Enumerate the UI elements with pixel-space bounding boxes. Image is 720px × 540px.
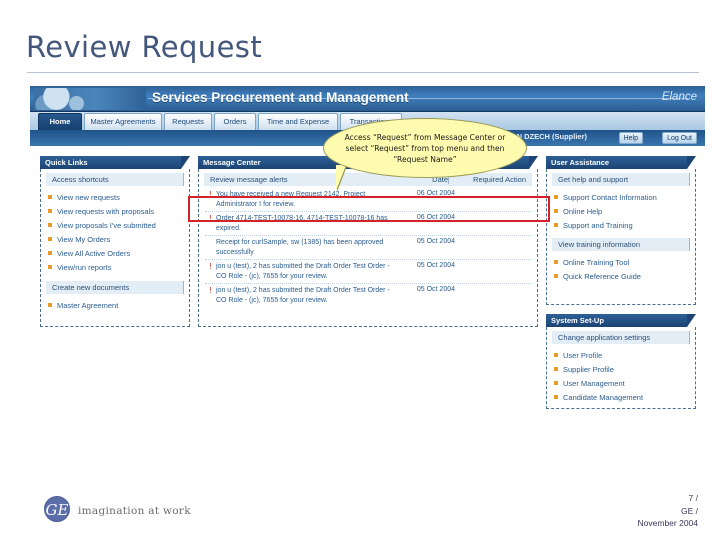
change-settings-heading: Change application settings: [552, 331, 690, 344]
message-date: 05 Oct 2004: [416, 286, 455, 293]
link-support-contact-information[interactable]: Support Contact Information: [547, 190, 695, 204]
alert-icon: !: [209, 286, 212, 295]
quick-links-title: Quick Links: [40, 156, 190, 169]
tab-time-and-expense[interactable]: Time and Expense: [258, 113, 338, 130]
message-row[interactable]: ! jon u (test), 2 has submitted the Draf…: [205, 284, 531, 307]
link-candidate-management[interactable]: Candidate Management: [547, 390, 695, 404]
annotation-callout: Access “Request” from Message Center or …: [323, 118, 527, 178]
link-user-management[interactable]: User Management: [547, 376, 695, 390]
message-date: 06 Oct 2004: [416, 190, 455, 197]
system-setup-title: System Set-Up: [546, 314, 696, 327]
footer-date: November 2004: [637, 518, 698, 528]
message-action-cell[interactable]: [455, 262, 529, 281]
link-view-proposals-submitted[interactable]: View proposals I've submitted: [41, 218, 189, 232]
link-online-help[interactable]: Online Help: [547, 204, 695, 218]
page-title: Review Request: [26, 30, 263, 64]
system-setup-body: Change application settings User Profile…: [546, 327, 696, 409]
link-online-training-tool[interactable]: Online Training Tool: [547, 255, 695, 269]
system-setup-panel: System Set-Up Change application setting…: [546, 314, 696, 409]
user-assistance-panel: User Assistance Get help and support Sup…: [546, 156, 696, 305]
get-help-heading: Get help and support: [552, 173, 690, 186]
link-view-run-reports[interactable]: View/run reports: [41, 260, 189, 274]
link-user-profile[interactable]: User Profile: [547, 348, 695, 362]
tab-orders[interactable]: Orders: [214, 113, 256, 130]
slide-footer: 7 / GE / November 2004: [638, 492, 698, 530]
link-master-agreement[interactable]: Master Agreement: [41, 298, 189, 312]
message-action-cell[interactable]: [455, 214, 529, 233]
link-view-my-orders[interactable]: View My Orders: [41, 232, 189, 246]
page-number: 7 /: [688, 493, 698, 503]
title-divider: [27, 72, 699, 73]
user-assistance-title: User Assistance: [546, 156, 696, 169]
message-text: jon u (test), 2 has submitted the Draft …: [216, 287, 390, 304]
message-date: 05 Oct 2004: [416, 238, 455, 245]
message-row[interactable]: Receipt for curlSample, sw (1385) has be…: [205, 236, 531, 260]
tab-requests[interactable]: Requests: [164, 113, 212, 130]
callout-text: Access “Request” from Message Center or …: [344, 132, 506, 164]
message-text: Order 4714-TEST-10078-16, 4714-TEST-1007…: [216, 215, 388, 232]
tab-home[interactable]: Home: [38, 113, 82, 130]
message-row[interactable]: ! jon u (test), 2 has submitted the Draf…: [205, 260, 531, 284]
link-supplier-profile[interactable]: Supplier Profile: [547, 362, 695, 376]
logout-button[interactable]: Log Out: [662, 132, 697, 144]
app-banner: Services Procurement and Management Elan…: [30, 86, 705, 112]
link-view-all-active-orders[interactable]: View All Active Orders: [41, 246, 189, 260]
ge-tagline: imagination at work: [78, 505, 191, 517]
tab-master-agreements[interactable]: Master Agreements: [84, 113, 162, 130]
create-documents-heading: Create new documents: [46, 281, 184, 294]
message-text: jon u (test), 2 has submitted the Draft …: [216, 263, 390, 280]
app-logo-icon: [34, 88, 146, 110]
alert-icon: !: [209, 262, 212, 271]
message-action-cell[interactable]: [455, 286, 529, 305]
quick-links-panel: Quick Links Access shortcuts View new re…: [40, 156, 190, 327]
user-assistance-body: Get help and support Support Contact Inf…: [546, 169, 696, 305]
page-body: Quick Links Access shortcuts View new re…: [30, 146, 705, 456]
link-view-new-requests[interactable]: View new requests: [41, 190, 189, 204]
ge-logo-icon: GE: [44, 496, 70, 522]
alert-icon: !: [209, 190, 212, 199]
link-support-and-training[interactable]: Support and Training: [547, 218, 695, 232]
app-title: Services Procurement and Management: [152, 90, 409, 105]
message-row[interactable]: ! You have received a new Request 2142, …: [205, 188, 531, 212]
column-action: Required Action: [448, 175, 526, 184]
message-row[interactable]: ! Order 4714-TEST-10078-16, 4714-TEST-10…: [205, 212, 531, 236]
message-center-panel: Message Center Review message alerts Dat…: [198, 156, 538, 327]
alert-icon: [205, 238, 216, 257]
message-text: Receipt for curlSample, sw (1385) has be…: [216, 239, 384, 256]
message-action-cell[interactable]: [455, 190, 529, 209]
quick-links-body: Access shortcuts View new requests View …: [40, 169, 190, 327]
link-quick-reference-guide[interactable]: Quick Reference Guide: [547, 269, 695, 283]
access-shortcuts-heading: Access shortcuts: [46, 173, 184, 186]
message-center-body: Review message alerts Date Required Acti…: [198, 169, 538, 327]
message-action-cell[interactable]: [455, 238, 529, 257]
link-view-requests-proposals[interactable]: View requests with proposals: [41, 204, 189, 218]
message-subheading: Review message alerts: [210, 175, 288, 184]
callout-pointer: [336, 165, 346, 191]
alert-icon: !: [209, 214, 212, 223]
message-date: 06 Oct 2004: [416, 214, 455, 221]
message-date: 05 Oct 2004: [416, 262, 455, 269]
message-text: You have received a new Request 2142, Pr…: [216, 191, 366, 208]
company-label: GE /: [680, 505, 698, 516]
help-button[interactable]: Help: [618, 132, 643, 144]
brand-label: Elance: [661, 91, 697, 103]
view-training-heading: View training information: [552, 238, 690, 251]
message-list-header: Review message alerts Date Required Acti…: [204, 173, 532, 186]
